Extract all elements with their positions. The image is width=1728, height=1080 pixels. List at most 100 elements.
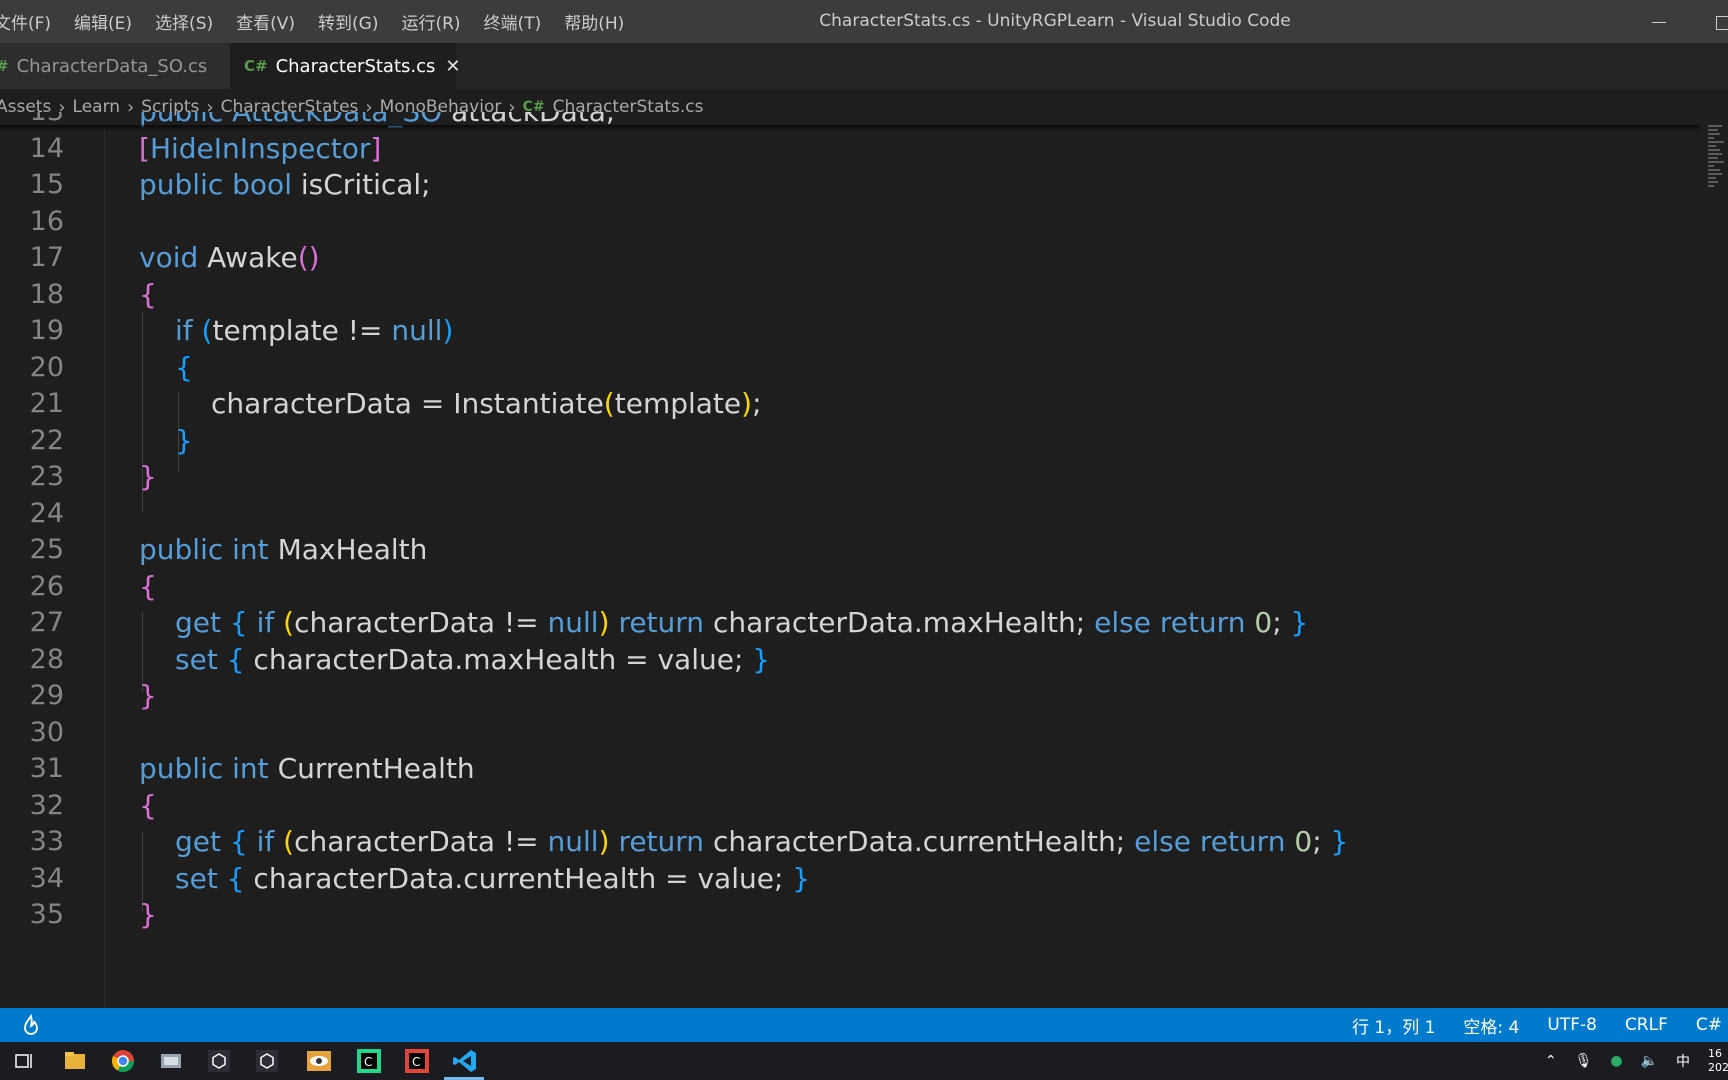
- maximize-button[interactable]: [1706, 8, 1728, 36]
- ime-indicator[interactable]: 中: [1676, 1051, 1690, 1071]
- tab-label: CharacterData_SO.cs: [16, 55, 208, 77]
- line-number: 20: [29, 351, 64, 383]
- code-text[interactable]: }: [139, 895, 157, 935]
- clock-time: 16: [1708, 1047, 1722, 1060]
- code-line[interactable]: 21 characterData = Instantiate(template);: [0, 384, 1700, 424]
- code-editor[interactable]: 13public AttackData_SO attackData;14[Hid…: [0, 112, 1728, 1008]
- code-line[interactable]: 30: [0, 713, 1700, 753]
- code-line[interactable]: 28 set { characterData.maxHealth = value;…: [0, 640, 1700, 680]
- indentation[interactable]: 空格: 4: [1463, 1013, 1519, 1038]
- chevron-up-icon[interactable]: ⌃: [1545, 1053, 1557, 1069]
- code-line[interactable]: 31 public int CurrentHealth: [0, 749, 1700, 789]
- line-number: 26: [29, 570, 64, 602]
- tab-characterstats[interactable]: C# CharacterStats.cs ✕: [230, 43, 460, 89]
- tab-bar: # CharacterData_SO.cs C# CharacterStats.…: [0, 43, 1728, 89]
- clion-red-icon[interactable]: C: [402, 1046, 432, 1076]
- line-ending[interactable]: CRLF: [1625, 1015, 1668, 1035]
- clock-date: 202: [1708, 1061, 1728, 1074]
- csharp-file-icon: #: [0, 57, 9, 75]
- code-line[interactable]: 16: [0, 202, 1700, 242]
- code-line[interactable]: 22}: [0, 421, 1700, 461]
- code-line[interactable]: 25 public int MaxHealth: [0, 530, 1700, 570]
- clock[interactable]: 16 202: [1708, 1047, 1728, 1075]
- menu-bar: 文件(F) 编辑(E) 选择(S) 查看(V) 转到(G) 运行(R) 终端(T…: [0, 0, 647, 43]
- code-text[interactable]: }: [175, 421, 193, 461]
- code-text[interactable]: {: [139, 275, 157, 315]
- volume-icon[interactable]: 🔈: [1641, 1053, 1658, 1069]
- code-text[interactable]: public int MaxHealth: [139, 530, 427, 570]
- code-text[interactable]: if (template != null): [175, 311, 453, 351]
- code-line[interactable]: 27 get { if (characterData != null) retur…: [0, 603, 1700, 643]
- line-number: 19: [29, 315, 64, 346]
- menu-go[interactable]: 转到(G): [318, 9, 378, 34]
- line-number: 23: [29, 461, 64, 492]
- encoding[interactable]: UTF-8: [1547, 1015, 1597, 1035]
- code-text[interactable]: get { if (characterData != null) return …: [175, 822, 1348, 862]
- unity-icon-2[interactable]: [252, 1046, 282, 1076]
- menu-terminal[interactable]: 终端(T): [484, 9, 542, 34]
- line-number: 22: [29, 424, 64, 456]
- code-text[interactable]: set { characterData.maxHealth = value; }: [175, 640, 770, 680]
- remote-flame-icon[interactable]: [18, 1014, 44, 1036]
- code-text[interactable]: {: [175, 348, 193, 388]
- code-line[interactable]: 20 {: [0, 348, 1700, 388]
- code-text[interactable]: [HideInInspector]: [139, 129, 381, 169]
- code-line[interactable]: 15 public bool isCritical;: [0, 165, 1700, 205]
- microphone-icon[interactable]: 🎙: [1575, 1053, 1593, 1069]
- line-number: 18: [29, 278, 64, 310]
- code-line[interactable]: 19 if (template != null): [0, 311, 1700, 351]
- code-line[interactable]: 34 set { characterData.currentHealth = va…: [0, 859, 1700, 899]
- code-line[interactable]: 32 {: [0, 786, 1700, 826]
- code-text[interactable]: set { characterData.currentHealth = valu…: [175, 859, 810, 899]
- code-text[interactable]: void Awake(): [139, 238, 320, 278]
- menu-edit[interactable]: 编辑(E): [74, 9, 132, 34]
- taskbar: C C ⌃ 🎙 ● 🔈 中 16 202: [0, 1042, 1728, 1080]
- vscode-icon[interactable]: [450, 1046, 480, 1076]
- line-number: 28: [29, 643, 64, 675]
- code-line[interactable]: 26 {: [0, 567, 1700, 607]
- csharp-file-icon: C#: [244, 57, 268, 75]
- code-text[interactable]: }: [139, 676, 157, 716]
- code-text[interactable]: {: [139, 786, 157, 826]
- code-line[interactable]: 18 {: [0, 275, 1700, 315]
- minimize-button[interactable]: [1644, 8, 1674, 36]
- code-text[interactable]: characterData = Instantiate(template);: [211, 384, 762, 424]
- menu-run[interactable]: 运行(R): [401, 9, 460, 34]
- tab-characterdata-so[interactable]: # CharacterData_SO.cs: [0, 43, 230, 89]
- status-bar: 行 1，列 1 空格: 4 UTF-8 CRLF C#: [0, 1008, 1728, 1042]
- system-tray: ⌃ 🎙 ● 🔈 中 16 202: [1545, 1042, 1728, 1080]
- close-icon[interactable]: ✕: [445, 56, 460, 77]
- task-view-icon[interactable]: [8, 1046, 38, 1076]
- minimap[interactable]: [1708, 125, 1728, 265]
- file-explorer-icon[interactable]: [60, 1046, 90, 1076]
- code-line[interactable]: 24: [0, 494, 1700, 534]
- menu-help[interactable]: 帮助(H): [564, 9, 624, 34]
- clion-green-icon[interactable]: C: [354, 1046, 384, 1076]
- code-text[interactable]: public int CurrentHealth: [139, 749, 475, 789]
- unity-icon[interactable]: [204, 1046, 234, 1076]
- code-line[interactable]: 29}: [0, 676, 1700, 716]
- line-number: 16: [29, 205, 64, 237]
- code-line[interactable]: 23}: [0, 457, 1700, 497]
- menu-view[interactable]: 查看(V): [236, 9, 295, 34]
- code-line[interactable]: 35}: [0, 895, 1700, 935]
- app-icon[interactable]: [156, 1046, 186, 1076]
- code-line[interactable]: 14 [HideInInspector]: [0, 129, 1700, 169]
- language-mode[interactable]: C#: [1696, 1015, 1722, 1035]
- menu-selection[interactable]: 选择(S): [155, 9, 213, 34]
- svg-text:C: C: [364, 1055, 372, 1069]
- code-line[interactable]: 17 void Awake(): [0, 238, 1700, 278]
- code-text[interactable]: public bool isCritical;: [139, 165, 431, 205]
- code-text[interactable]: {: [139, 567, 157, 607]
- code-line[interactable]: 33 get { if (characterData != null) retur…: [0, 822, 1700, 862]
- code-text[interactable]: }: [139, 457, 157, 497]
- line-number: 25: [29, 534, 64, 565]
- menu-file[interactable]: 文件(F): [0, 9, 51, 34]
- wechat-icon[interactable]: ●: [1610, 1053, 1622, 1069]
- chrome-icon[interactable]: [108, 1046, 138, 1076]
- app-eye-icon[interactable]: [304, 1046, 334, 1076]
- line-number: 21: [29, 388, 64, 419]
- code-text[interactable]: get { if (characterData != null) return …: [175, 603, 1308, 643]
- line-number: 17: [29, 242, 64, 273]
- cursor-position[interactable]: 行 1，列 1: [1352, 1013, 1435, 1038]
